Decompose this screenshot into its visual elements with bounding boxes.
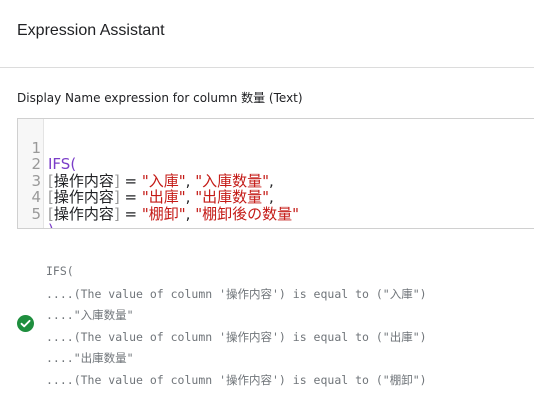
expression-result: IFS( ....(The value of column '操作内容') is… — [0, 260, 534, 398]
expression-assistant-panel: Expression Assistant Display Name expres… — [0, 0, 534, 398]
code-line[interactable]: 5 ) — [18, 189, 534, 228]
result-line: IFS( — [46, 264, 74, 278]
result-line: ...."入庫数量" — [46, 308, 134, 322]
string-literal: "棚卸後の数量" — [195, 204, 300, 223]
column-reference: 操作内容 — [53, 204, 114, 223]
code-line[interactable]: 3 [操作内容] = "出庫", "出庫数量", — [18, 156, 534, 205]
panel-title: Expression Assistant — [17, 22, 165, 39]
line-number: 5 — [31, 204, 41, 223]
code-line[interactable]: 1 IFS( — [18, 123, 534, 172]
close-paren: ) — [48, 221, 54, 228]
expression-editor[interactable]: 1 IFS( 2 [操作内容] = "入庫", "入庫数量", 3 [操作内容]… — [17, 118, 534, 229]
string-literal: "棚卸" — [141, 204, 186, 223]
code-line[interactable]: 4 [操作内容] = "棚卸", "棚卸後の数量" — [18, 173, 534, 222]
result-line: ...."出庫数量" — [46, 351, 134, 365]
code-line[interactable]: 2 [操作内容] = "入庫", "入庫数量", — [18, 140, 534, 189]
result-line: ....(The value of column '操作内容') is equa… — [46, 287, 427, 301]
check-circle-icon — [17, 315, 34, 332]
panel-header: Expression Assistant — [0, 0, 534, 68]
comma: , — [185, 204, 196, 223]
expression-field-label: Display Name expression for column 数量 (T… — [17, 91, 303, 105]
result-line: ....(The value of column '操作内容') is equa… — [46, 330, 427, 344]
equals-operator: = — [119, 204, 142, 223]
result-line: ....(The value of column '操作内容') is equa… — [46, 373, 427, 387]
